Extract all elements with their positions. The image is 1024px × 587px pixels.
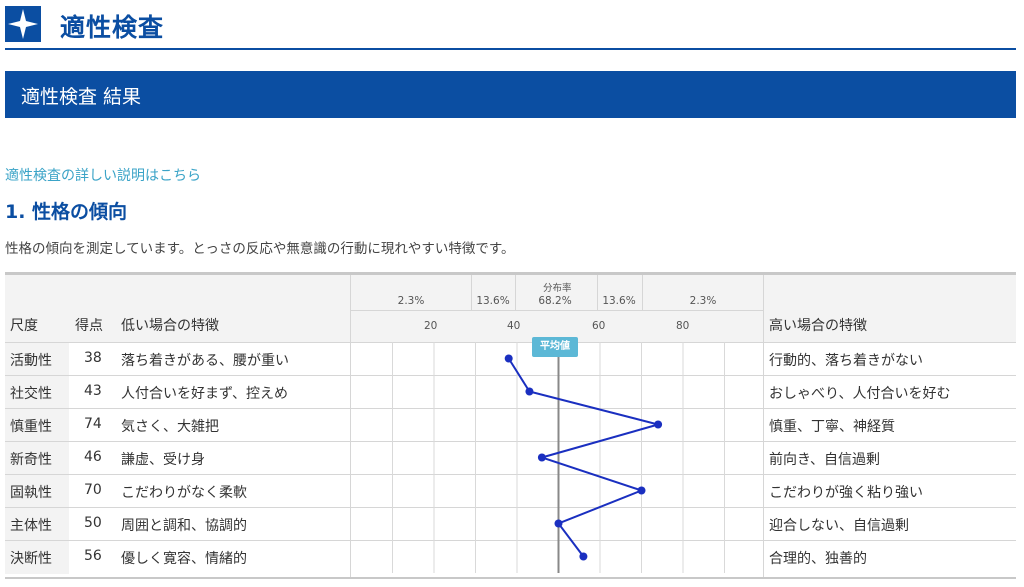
distribution-pct: 13.6% (602, 295, 636, 307)
axis-tick: 80 (676, 320, 690, 332)
axis-tick: 20 (424, 320, 438, 332)
distribution-pct: 13.6% (476, 295, 510, 307)
scale-name: 固執性 (10, 485, 52, 501)
section-description: 性格の傾向を測定しています。とっさの反応や無意識の行動に現れやすい特徴です。 (5, 241, 515, 257)
axis-tick: 60 (592, 320, 606, 332)
high-trait: 慎重、丁寧、神経質 (769, 419, 895, 435)
score-chart (392, 342, 725, 573)
low-trait: こだわりがなく柔軟 (121, 485, 247, 501)
scale-name: 活動性 (10, 353, 52, 369)
low-trait: 人付合いを好まず、控えめ (121, 386, 289, 402)
low-trait: 優しく寛容、情緒的 (121, 551, 247, 567)
page-title: 適性検査 結果 (21, 86, 142, 108)
score-point (654, 420, 663, 429)
score-point (637, 486, 646, 495)
column-scale: 尺度 (10, 318, 38, 334)
score-value: 38 (84, 350, 102, 366)
score-point (537, 453, 546, 462)
score-point (504, 354, 513, 363)
distribution-border (471, 275, 472, 310)
distribution-label: 分布率 (543, 283, 572, 294)
distribution-pct: 68.2% (538, 295, 572, 307)
app-title: 適性検査 (60, 13, 165, 42)
low-trait: 落ち着きがある、腰が重い (121, 353, 289, 369)
star-logo-icon (5, 6, 41, 42)
distribution-pct: 2.3% (689, 295, 717, 307)
low-trait: 謙虚、受け身 (121, 452, 205, 468)
low-trait: 気さく、大雑把 (121, 419, 219, 435)
high-trait: こだわりが強く粘り強い (769, 485, 923, 501)
score-value: 50 (84, 515, 102, 531)
scale-name: 新奇性 (10, 452, 52, 468)
high-trait: 合理的、独善的 (769, 551, 867, 567)
axis-tick: 40 (507, 320, 521, 332)
score-value: 56 (84, 548, 102, 564)
average-badge: 平均値 (532, 337, 578, 357)
high-trait: 迎合しない、自信過剰 (769, 518, 909, 534)
low-trait: 周囲と調和、協調的 (121, 518, 247, 534)
app-header: 適性検査 (5, 6, 1016, 50)
distribution-border (515, 275, 516, 310)
details-link[interactable]: 適性検査の詳しい説明はこちら (5, 165, 201, 185)
scale-name: 社交性 (10, 386, 52, 402)
score-point (579, 552, 588, 561)
section-title: 1. 性格の傾向 (5, 201, 128, 223)
column-score: 得点 (75, 318, 103, 334)
column-low: 低い場合の特徴 (121, 318, 219, 334)
score-value: 43 (84, 383, 102, 399)
score-value: 46 (84, 449, 102, 465)
column-high: 高い場合の特徴 (769, 318, 867, 334)
score-point (554, 519, 563, 528)
high-trait: おしゃべり、人付合いを好む (769, 386, 951, 402)
score-value: 74 (84, 416, 102, 432)
result-band: 適性検査 結果 (5, 71, 1016, 118)
high-trait: 行動的、落ち着きがない (769, 353, 923, 369)
scale-name: 慎重性 (10, 419, 52, 435)
distribution-pct: 2.3% (397, 295, 425, 307)
high-trait: 前向き、自信過剰 (769, 452, 881, 468)
scale-name: 決断性 (10, 551, 52, 567)
distribution-border (642, 275, 643, 310)
scale-name: 主体性 (10, 518, 52, 534)
score-point (525, 387, 534, 396)
result-table: 尺度 得点 低い場合の特徴 高い場合の特徴 分布率 2.3% 13.6% 68.… (5, 272, 1016, 579)
header-divider (350, 310, 763, 311)
score-value: 70 (84, 482, 102, 498)
distribution-border (597, 275, 598, 310)
